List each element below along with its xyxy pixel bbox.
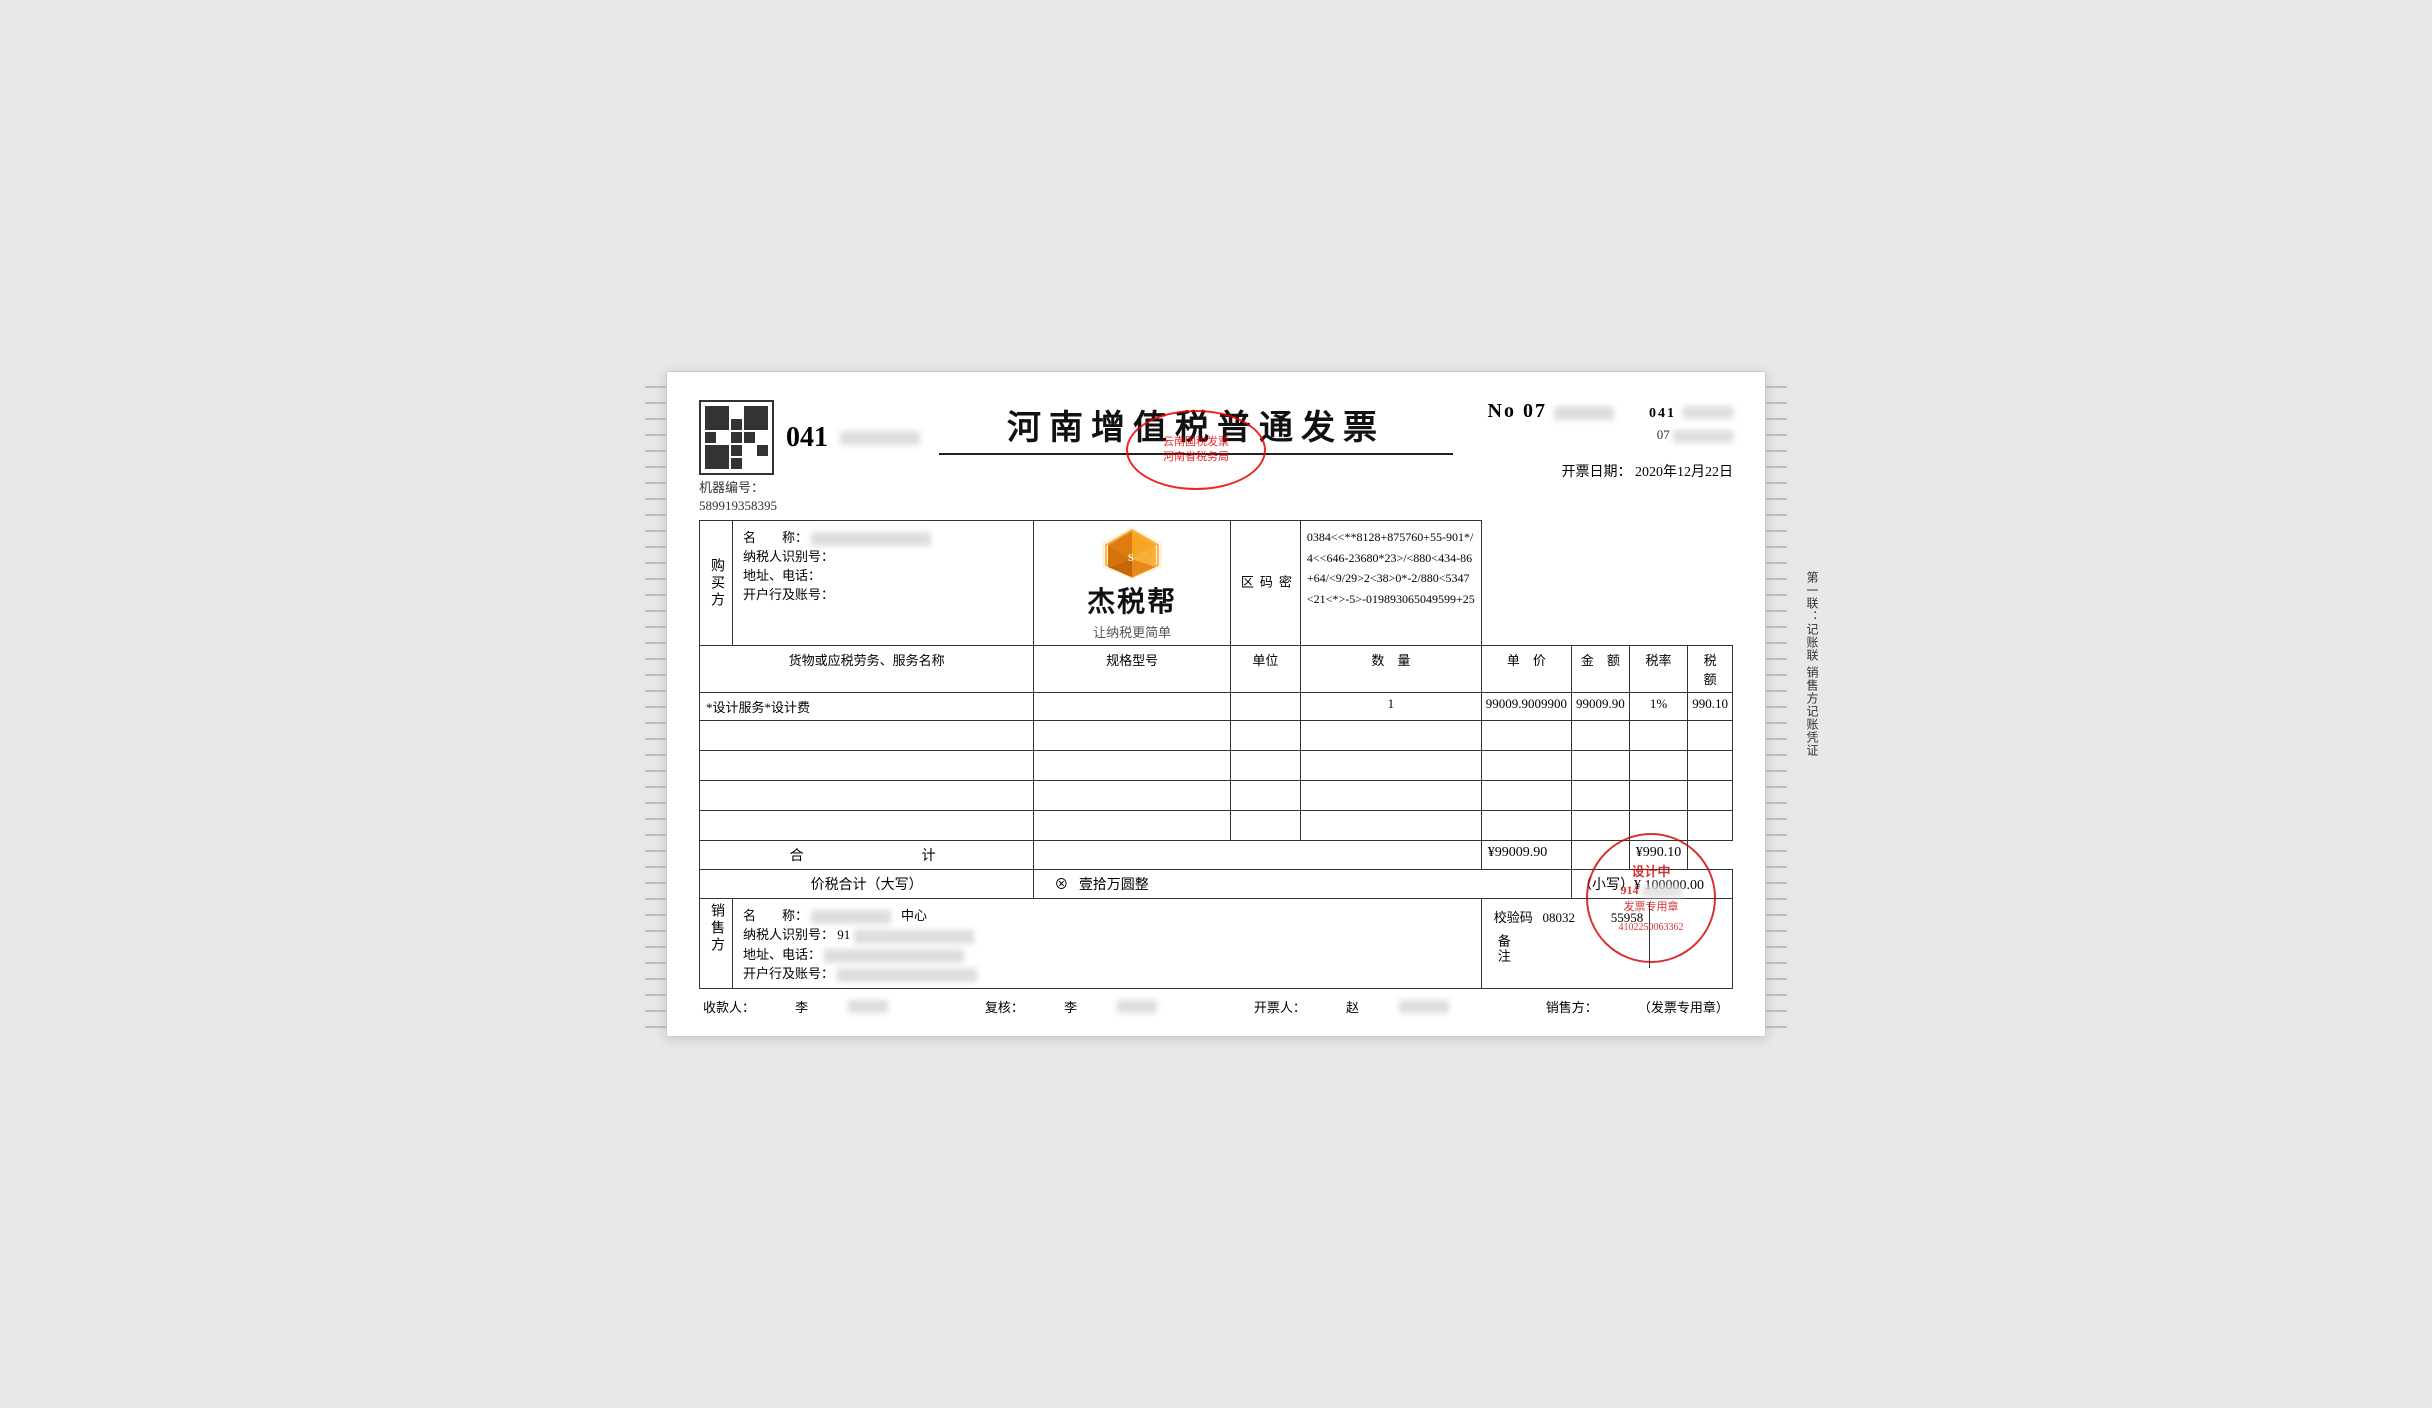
unit-header: 单位: [1230, 646, 1300, 693]
buyer-info-cell: 名 称： 纳税人识别号： 地址、电话： 开户行及账号：: [733, 521, 1034, 646]
price-tax-label: 价税合计（大写）: [700, 870, 1034, 899]
item-qty-1: 1: [1300, 693, 1481, 721]
issuer-label: 开票人：: [1254, 997, 1306, 1016]
logo-icon: S: [1100, 525, 1165, 580]
machine-number: 589919358395: [699, 498, 939, 514]
quantity-header: 数 量: [1300, 646, 1481, 693]
invoice-date: 开票日期： 2020年12月22日: [1453, 461, 1733, 481]
stamp-code: 4102250063362: [1619, 920, 1684, 935]
machine-label: 机器编号：: [699, 477, 939, 496]
invoice-document: 041 机器编号： 589919358395 河南增值税普通发票 云南国税发票 …: [666, 371, 1766, 1036]
item-row-empty-2: [700, 751, 1733, 781]
payee-label: 收款人：: [703, 997, 755, 1016]
seller-name-label: 名 称：: [743, 908, 808, 923]
seller-remarks-cell: 校验码 08032 55958 备注: [1481, 899, 1732, 988]
invoice-sub-num: 07: [1453, 427, 1733, 443]
check-code-label: 校验码: [1494, 910, 1533, 925]
reviewer-label: 复核：: [985, 997, 1024, 1016]
logo-name: 杰税帮: [1087, 580, 1177, 620]
seller-label-cell: 销售方: [700, 899, 733, 988]
secret-code-value: 0384<<**8128+875760+55-901*/ 4<<646-2368…: [1300, 521, 1481, 646]
item-tax-rate-1: 1%: [1629, 693, 1688, 721]
seller-addr-label: 地址、电话：: [743, 947, 821, 962]
price-tax-big: ⊗ 壹拾万圆整: [1034, 870, 1572, 899]
header-right: No 07 041 07 开票日期： 2020年12月22日: [1453, 400, 1733, 481]
items-header-row: 货物或应税劳务、服务名称 规格型号 单位 数 量 单 价 金 额 税率 税 额: [700, 646, 1733, 693]
buyer-bank-label: 开户行及账号：: [743, 587, 834, 602]
item-row-empty-4: [700, 811, 1733, 841]
total-row: 合 计 ¥99009.90 ¥990.10: [700, 841, 1733, 870]
check-code-1: 08032: [1543, 910, 1576, 925]
logo-slogan: 让纳税更简单: [1093, 622, 1171, 641]
header-left: 041 机器编号： 589919358395: [699, 400, 939, 514]
item-price-1: 99009.9009900: [1481, 693, 1571, 721]
seller-stamp: 设计中 914 发票专用章 4102250063362: [1586, 833, 1716, 963]
spec-header: 规格型号: [1034, 646, 1231, 693]
invoice-number-prefix: 041: [786, 422, 828, 454]
item-name-1: *设计服务*设计费: [700, 693, 1034, 721]
payee-value: 李: [795, 997, 808, 1016]
stamp-seal-text: 发票专用章: [1624, 899, 1679, 916]
item-row-empty-3: [700, 781, 1733, 811]
price-tax-row: 价税合计（大写） ⊗ 壹拾万圆整 （小写）¥ 100000.00: [700, 870, 1733, 899]
buyer-row: 购买方 名 称： 纳税人识别号： 地址、电话： 开户行及账号: [700, 521, 1733, 646]
header-center: 河南增值税普通发票 云南国税发票 河南省税务局: [939, 400, 1453, 455]
item-unit-1: [1230, 693, 1300, 721]
item-amount-1: 99009.90: [1572, 693, 1630, 721]
seller-stamp-area: 设计中 914 发票专用章 4102250063362: [1650, 903, 1726, 968]
remarks-vertical: 备注: [1494, 934, 1513, 964]
item-row-empty-1: [700, 721, 1733, 751]
total-empty: [1034, 841, 1481, 870]
issuer-value: 赵: [1346, 997, 1359, 1016]
item-spec-1: [1034, 693, 1231, 721]
seller-seal-label: （发票专用章）: [1638, 997, 1729, 1016]
invoice-main-table: 购买方 名 称： 纳税人识别号： 地址、电话： 开户行及账号: [699, 520, 1733, 988]
payee-blurred: [848, 1000, 888, 1013]
goods-header: 货物或应税劳务、服务名称: [700, 646, 1034, 693]
seller-bottom-label: 销售方：: [1546, 997, 1598, 1016]
invoice-footer: 收款人： 李 复核： 李 开票人： 赵 销售方： （发票专用章）: [699, 997, 1733, 1016]
reviewer-value: 李: [1064, 997, 1077, 1016]
tax-rate-header: 税率: [1629, 646, 1688, 693]
logo-cell: S 杰税帮 让纳税更简单: [1034, 521, 1231, 646]
stamp-middle: 914: [1621, 881, 1682, 899]
buyer-label: 购买方: [700, 521, 733, 646]
first-copy-label: 第一联：记账联 销售方记账凭证: [1804, 571, 1821, 757]
total-amount: ¥99009.90: [1481, 841, 1571, 870]
seller-bank-label: 开户行及账号：: [743, 966, 834, 981]
svg-text:S: S: [1128, 553, 1134, 564]
seller-tax-label: 纳税人识别号：: [743, 927, 834, 942]
unit-price-header: 单 价: [1481, 646, 1571, 693]
item-tax-amt-1: 990.10: [1688, 693, 1733, 721]
total-label: 合 计: [700, 841, 1034, 870]
stamp-title: 设计中: [1631, 862, 1670, 882]
buyer-tax-label: 纳税人识别号：: [743, 549, 834, 564]
secret-code-label: 密 码 区: [1230, 521, 1300, 646]
buyer-name-label: 名 称：: [743, 530, 808, 545]
invoice-no: No 07 041: [1453, 400, 1733, 423]
header-stamp: 云南国税发票 河南省税务局: [1126, 410, 1266, 490]
amount-header: 金 额: [1572, 646, 1630, 693]
seller-tax-value: 91: [837, 927, 850, 942]
seller-row: 销售方 名 称： 中心 纳税人识别号： 91: [700, 899, 1733, 988]
stamp-line1: 云南国税发票: [1163, 435, 1229, 450]
reviewer-blurred: [1117, 1000, 1157, 1013]
qr-code: [699, 400, 774, 475]
seller-info-cell: 名 称： 中心 纳税人识别号： 91 地址、电话：: [733, 899, 1482, 988]
invoice-header: 041 机器编号： 589919358395 河南增值税普通发票 云南国税发票 …: [699, 400, 1733, 514]
buyer-address-label: 地址、电话：: [743, 568, 821, 583]
seller-name-suffix: 中心: [895, 908, 928, 923]
item-row-1: *设计服务*设计费 1 99009.9009900 99009.90 1% 99…: [700, 693, 1733, 721]
stamp-line2: 河南省税务局: [1163, 450, 1229, 465]
tax-amount-header: 税 额: [1688, 646, 1733, 693]
issuer-blurred: [1399, 1000, 1449, 1013]
